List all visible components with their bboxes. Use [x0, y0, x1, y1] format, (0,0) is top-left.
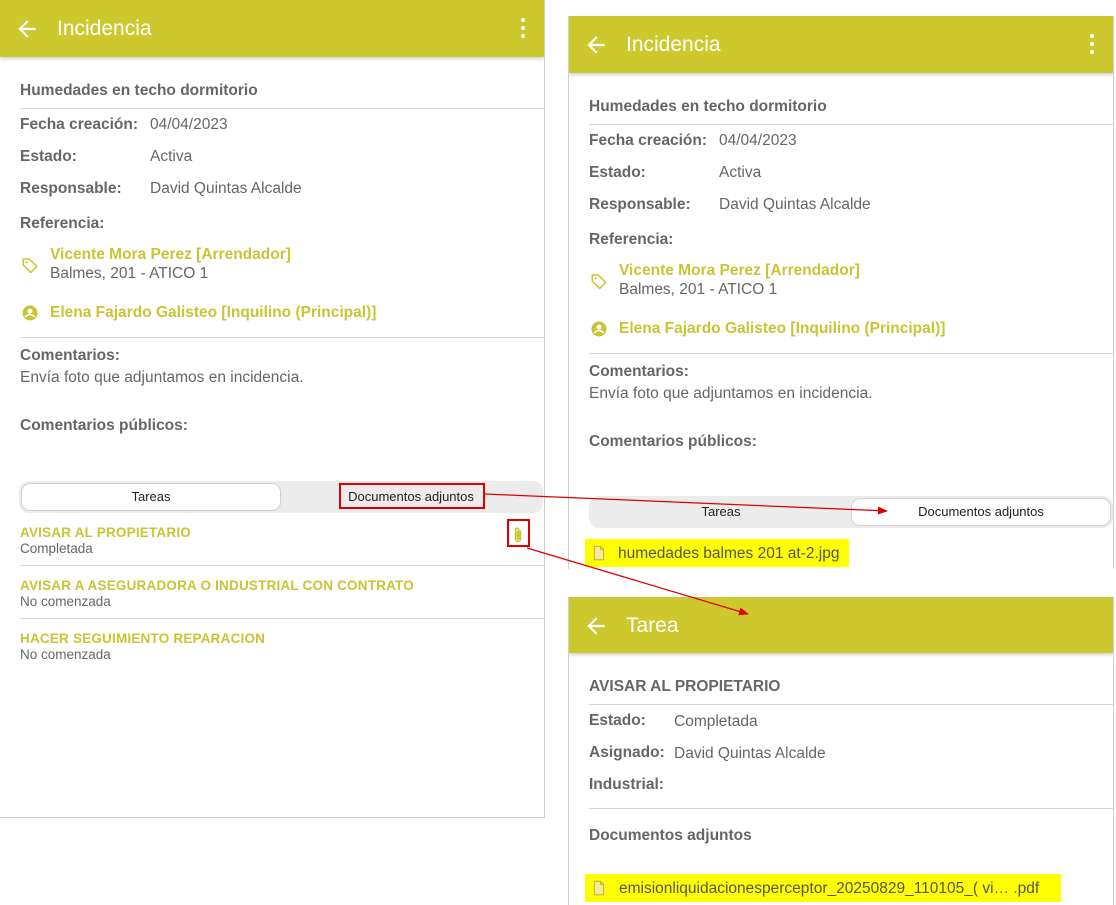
document-icon	[593, 880, 605, 896]
tarea-screen: Tarea AVISAR AL PROPIETARIO Estado: Comp…	[568, 597, 1114, 905]
tag-icon	[22, 258, 38, 274]
estado-label: Estado:	[20, 148, 77, 165]
tab-documentos-adjuntos[interactable]: Documentos adjuntos	[851, 498, 1111, 526]
divider	[589, 704, 1113, 705]
estado-label: Estado:	[589, 164, 646, 181]
responsable-value: David Quintas Alcalde	[719, 196, 871, 213]
annotation-box	[507, 519, 530, 547]
divider	[589, 808, 1113, 809]
ref-owner-address: Balmes, 201 - ATICO 1	[619, 281, 778, 298]
tarea-documentos-label: Documentos adjuntos	[589, 827, 752, 844]
tarea-name: AVISAR AL PROPIETARIO	[589, 678, 781, 695]
more-vert-icon[interactable]	[1085, 34, 1099, 56]
comentarios-publicos-label: Comentarios públicos:	[589, 433, 757, 450]
responsable-label: Responsable:	[589, 196, 691, 213]
ref-owner-link[interactable]: Vicente Mora Perez [Arrendador]	[619, 261, 860, 280]
incidencia-screen-documents: Incidencia Humedades en techo dormitorio…	[568, 16, 1114, 569]
task-status: No comenzada	[20, 594, 111, 609]
fecha-label: Fecha creación:	[589, 132, 708, 149]
tab-tareas[interactable]: Tareas	[591, 498, 851, 526]
account-circle-icon	[591, 321, 607, 337]
divider	[20, 565, 544, 566]
comentarios-publicos-label: Comentarios públicos:	[20, 417, 188, 434]
document-item[interactable]: humedades balmes 201 at-2.jpg	[585, 539, 849, 567]
tarea-asignado-label: Asignado:	[589, 744, 665, 761]
annotation-box	[339, 483, 485, 509]
responsable-value: David Quintas Alcalde	[150, 180, 302, 197]
back-arrow-icon[interactable]	[14, 16, 40, 42]
tarea-estado-value: Completada	[674, 713, 758, 730]
screen-title: Tarea	[626, 614, 679, 637]
screen-title: Incidencia	[626, 33, 721, 56]
screen-title: Incidencia	[57, 17, 152, 40]
document-item[interactable]: emisionliquidacionesperceptor_20250829_1…	[585, 874, 1061, 902]
divider	[20, 108, 544, 109]
comentarios-value: Envía foto que adjuntamos en incidencia.	[20, 369, 304, 386]
tarea-industrial-label: Industrial:	[589, 776, 664, 793]
fecha-value: 04/04/2023	[719, 132, 797, 149]
responsable-label: Responsable:	[20, 180, 122, 197]
more-vert-icon[interactable]	[516, 18, 530, 40]
app-bar: Tarea	[569, 597, 1113, 653]
incidencia-subject: Humedades en techo dormitorio	[20, 82, 258, 99]
app-bar: Incidencia	[0, 0, 544, 57]
divider	[589, 124, 1113, 125]
incidencia-subject: Humedades en techo dormitorio	[589, 98, 827, 115]
referencia-label: Referencia:	[589, 231, 674, 248]
divider	[20, 337, 544, 338]
tarea-estado-label: Estado:	[589, 712, 646, 729]
divider	[20, 618, 544, 619]
estado-value: Activa	[719, 164, 762, 181]
document-name[interactable]: humedades balmes 201 at-2.jpg	[618, 544, 839, 563]
task-status: Completada	[20, 541, 93, 556]
account-circle-icon	[22, 305, 38, 321]
ref-tenant-link[interactable]: Elena Fajardo Galisteo [Inquilino (Princ…	[619, 319, 945, 338]
ref-owner-address: Balmes, 201 - ATICO 1	[50, 265, 209, 282]
estado-value: Activa	[150, 148, 193, 165]
document-icon	[593, 545, 605, 561]
app-bar: Incidencia	[569, 16, 1113, 73]
fecha-value: 04/04/2023	[150, 116, 228, 133]
comentarios-label: Comentarios:	[589, 363, 689, 380]
tab-switcher: Tareas Documentos adjuntos	[589, 496, 1113, 528]
ref-owner-link[interactable]: Vicente Mora Perez [Arrendador]	[50, 245, 291, 264]
tarea-asignado-value: David Quintas Alcalde	[674, 745, 826, 762]
fecha-label: Fecha creación:	[20, 116, 139, 133]
task-status: No comenzada	[20, 647, 111, 662]
document-name[interactable]: emisionliquidacionesperceptor_20250829_1…	[619, 879, 1039, 898]
tab-tareas[interactable]: Tareas	[21, 483, 281, 511]
back-arrow-icon[interactable]	[583, 32, 609, 58]
incidencia-screen-tasks: Incidencia Humedades en techo dormitorio…	[0, 0, 545, 818]
ref-tenant-link[interactable]: Elena Fajardo Galisteo [Inquilino (Princ…	[50, 303, 376, 322]
referencia-label: Referencia:	[20, 215, 105, 232]
divider	[589, 353, 1113, 354]
back-arrow-icon[interactable]	[583, 613, 609, 639]
comentarios-label: Comentarios:	[20, 347, 120, 364]
tag-icon	[591, 274, 607, 290]
comentarios-value: Envía foto que adjuntamos en incidencia.	[589, 385, 873, 402]
